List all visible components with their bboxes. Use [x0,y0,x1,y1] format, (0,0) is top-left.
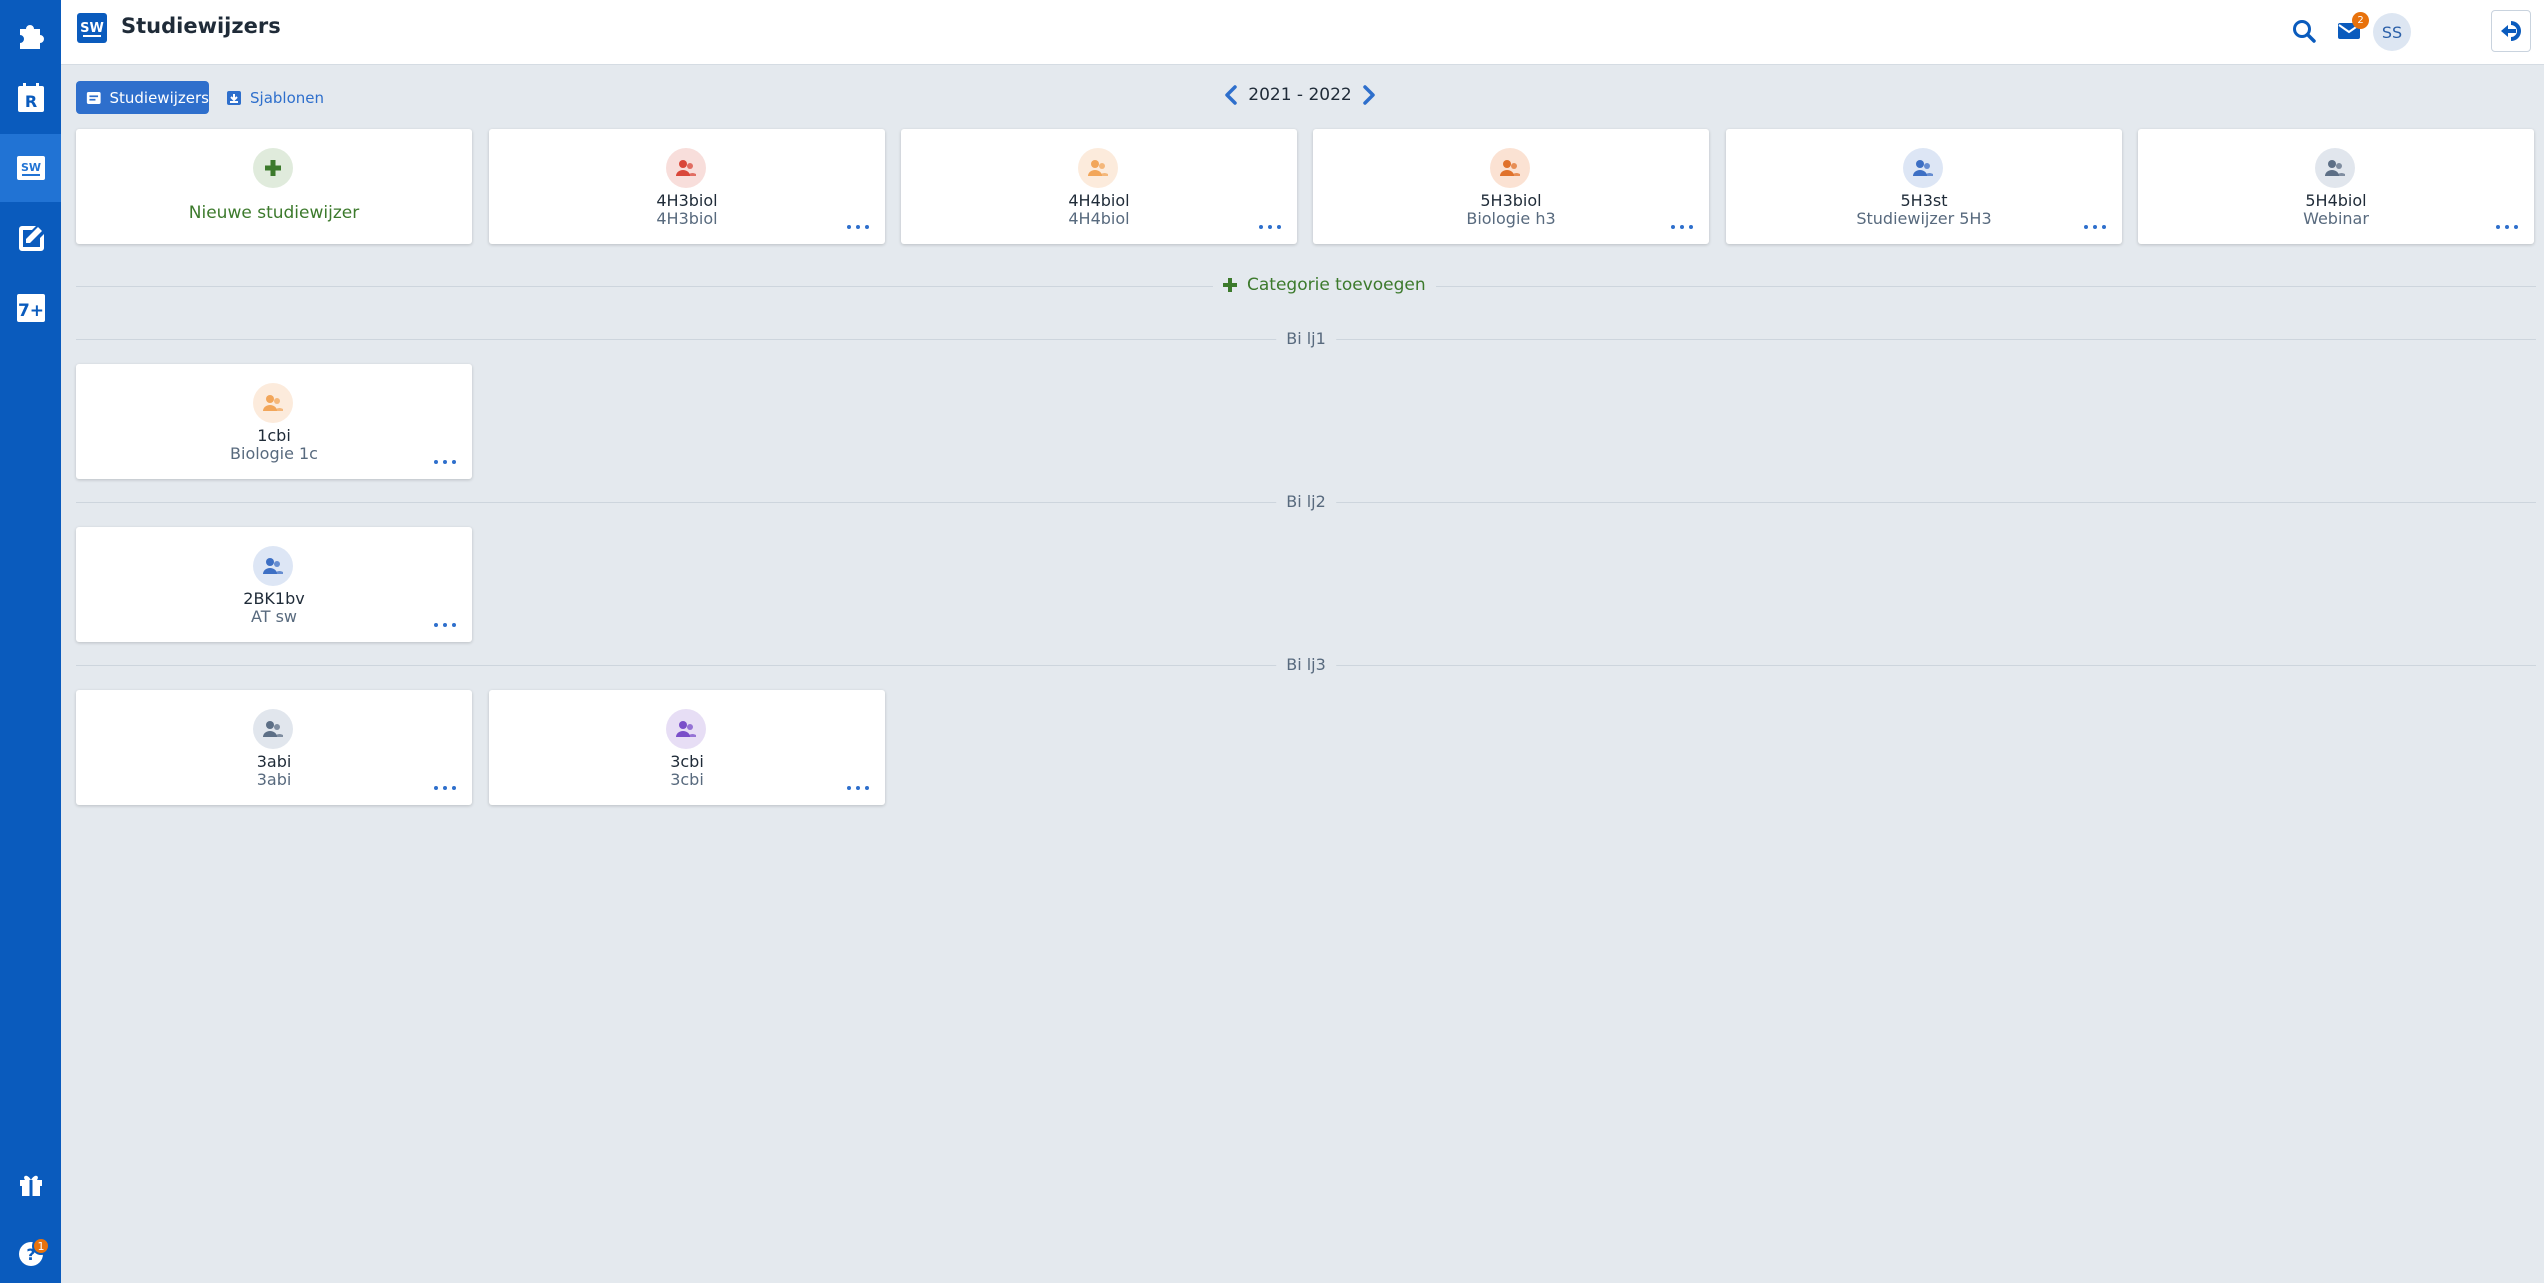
edit-icon[interactable] [0,204,61,272]
card-title: 5H3st [1900,191,1948,210]
category-label[interactable]: Bi lj3 [1276,655,1336,674]
studiewijzer-tab-icon [86,91,101,104]
add-category-label: Categorie toevoegen [1247,275,1426,295]
exit-icon [2501,21,2521,41]
app-logo: SW [77,13,107,43]
group-icon [1490,148,1530,188]
mail-count-badge: 2 [2352,12,2369,29]
plus-icon [253,148,293,188]
card-subtitle: 4H3biol [656,209,718,228]
more-options-icon[interactable] [434,783,456,793]
card-subtitle: AT sw [251,607,297,626]
chevron-left-icon [1225,85,1237,105]
group-icon [253,546,293,586]
more-options-icon[interactable] [847,783,869,793]
studiewijzer-card[interactable]: 5H4biol Webinar [2138,129,2534,244]
new-studiewijzer-card[interactable]: Nieuwe studiewijzer [76,129,472,244]
card-subtitle: 4H4biol [1068,209,1130,228]
plus-icon [1223,278,1237,292]
studiewijzer-card[interactable]: 3cbi 3cbi [489,690,885,805]
tab-studiewijzers[interactable]: Studiewijzers [76,81,209,114]
rooster-letter: R [24,92,36,111]
group-icon [1078,148,1118,188]
left-rail: R SW 7+ ? 1 [0,0,61,1283]
avatar[interactable]: SS [2373,13,2411,51]
new-studiewijzer-label: Nieuwe studiewijzer [188,203,360,223]
more-options-icon[interactable] [434,457,456,467]
add-category-button[interactable]: Categorie toevoegen [1213,275,1436,295]
exit-button[interactable] [2491,10,2531,52]
top-header: SW Studiewijzers 2 SS [61,0,2544,65]
seven-plus-icon[interactable]: 7+ [0,274,61,342]
studiewijzer-card[interactable]: 1cbi Biologie 1c [76,364,472,479]
tab-sjablonen-label: Sjablonen [250,88,324,107]
card-title: 3abi [256,752,292,771]
more-options-icon[interactable] [1259,222,1281,232]
group-icon [1903,148,1943,188]
chevron-right-icon [1363,85,1375,105]
card-subtitle: 3cbi [670,770,704,789]
studiewijzer-card[interactable]: 4H4biol 4H4biol [901,129,1297,244]
year-navigator: 2021 - 2022 [1220,80,1380,110]
sjabloon-icon [227,90,241,105]
studiewijzer-card[interactable]: 5H3st Studiewijzer 5H3 [1726,129,2122,244]
card-title: 1cbi [257,426,291,445]
card-title: 5H4biol [2305,191,2367,210]
help-badge: 1 [32,1237,50,1255]
card-title: 4H4biol [1068,191,1130,210]
search-icon[interactable] [2287,14,2321,48]
studiewijzer-card[interactable]: 2BK1bv AT sw [76,527,472,642]
tab-sjablonen[interactable]: Sjablonen [226,81,324,114]
card-subtitle: Biologie h3 [1466,209,1556,228]
seven-plus-text: 7+ [17,301,43,321]
category-label[interactable]: Bi lj1 [1276,329,1336,348]
more-options-icon[interactable] [2084,222,2106,232]
mail-icon[interactable]: 2 [2333,12,2369,48]
studiewijzer-card[interactable]: 4H3biol 4H3biol [489,129,885,244]
card-title: 4H3biol [656,191,718,210]
puzzle-icon[interactable] [0,0,61,68]
rooster-icon[interactable]: R [0,64,61,132]
card-title: 2BK1bv [243,589,305,608]
sw-letters: SW [20,161,40,174]
card-title: 3cbi [670,752,704,771]
studiewijzer-card[interactable]: 5H3biol Biologie h3 [1313,129,1709,244]
page-title: Studiewijzers [121,14,281,38]
group-icon [666,148,706,188]
next-year-button[interactable] [1358,82,1380,108]
more-options-icon[interactable] [434,620,456,630]
card-subtitle: Biologie 1c [230,444,318,463]
group-icon [253,709,293,749]
studiewijzer-icon[interactable]: SW [0,134,61,202]
group-icon [253,383,293,423]
card-title: 5H3biol [1480,191,1542,210]
tab-studiewijzers-label: Studiewijzers [109,88,209,107]
card-subtitle: Studiewijzer 5H3 [1856,209,1992,228]
previous-year-button[interactable] [1220,82,1242,108]
more-options-icon[interactable] [847,222,869,232]
card-subtitle: Webinar [2303,209,2369,228]
more-options-icon[interactable] [1671,222,1693,232]
group-icon [666,709,706,749]
help-icon[interactable]: ? [0,1220,61,1283]
gift-icon[interactable] [0,1150,61,1218]
more-options-icon[interactable] [2496,222,2518,232]
studiewijzer-card[interactable]: 3abi 3abi [76,690,472,805]
card-subtitle: 3abi [256,770,292,789]
group-icon [2315,148,2355,188]
category-label[interactable]: Bi lj2 [1276,492,1336,511]
school-year-label: 2021 - 2022 [1248,85,1352,105]
